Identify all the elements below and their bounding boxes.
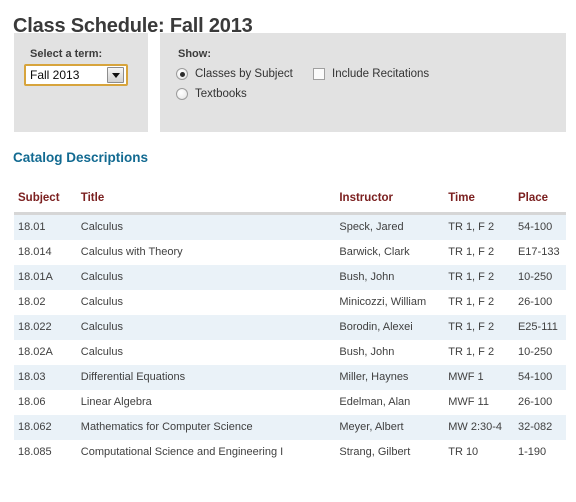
cell-title: Calculus [80, 271, 123, 283]
column-header-title[interactable]: Title [81, 192, 340, 214]
show-panel-label: Show: [178, 48, 211, 60]
column-header-subject[interactable]: Subject [14, 192, 81, 214]
cell-place: 26-100 [517, 296, 553, 308]
show-options-panel: Show: [160, 33, 566, 132]
cell-place: 54-100 [517, 221, 553, 233]
cell-time: MW 2:30-4 [448, 421, 503, 433]
catalog-descriptions-heading: Catalog Descriptions [13, 150, 149, 165]
cell-place: 10-250 [517, 346, 553, 358]
column-header-place[interactable]: Place [518, 192, 566, 214]
cell-title: Mathematics for Computer Science [80, 421, 253, 433]
cell-instructor: Meyer, Albert [339, 421, 404, 433]
cell-title: Calculus [80, 296, 123, 308]
cell-subject: 18.014 [18, 246, 52, 258]
cell-subject: 18.02A [18, 346, 53, 358]
cell-title: Calculus with Theory [80, 246, 183, 258]
cell-instructor: Miller, Haynes [339, 371, 409, 383]
cell-time: MWF 11 [448, 396, 489, 408]
column-header-time[interactable]: Time [448, 192, 518, 214]
class-schedule-table: Subject Title Instructor Time Place 18.0… [14, 192, 566, 465]
cell-time: TR 1, F 2 [448, 246, 495, 258]
checkbox-label-include-recitations: Include Recitations [332, 68, 430, 80]
chevron-down-glyph [111, 72, 120, 78]
table-header-row: Subject Title Instructor Time Place [14, 192, 566, 214]
checkbox-icon-unchecked[interactable] [313, 68, 325, 80]
radio-label-classes-by-subject: Classes by Subject [195, 68, 293, 80]
radio-icon-unselected[interactable] [176, 88, 188, 100]
cell-instructor: Minicozzi, William [339, 296, 427, 308]
cell-instructor: Speck, Jared [339, 221, 404, 233]
radio-option-textbooks[interactable]: Textbooks [176, 88, 247, 100]
term-select[interactable]: Fall 2013 [24, 64, 128, 86]
cell-place: 10-250 [517, 271, 553, 283]
cell-place: 26-100 [517, 396, 553, 408]
checkbox-option-include-recitations[interactable]: Include Recitations [313, 68, 429, 80]
cell-subject: 18.022 [18, 321, 52, 333]
cell-subject: 18.01A [18, 271, 53, 283]
cell-subject: 18.03 [18, 371, 46, 383]
table-row[interactable]: 18.01 Calculus Speck, Jared TR 1, F 2 54-100 [14, 213, 566, 240]
term-panel-label: Select a term: [30, 48, 103, 60]
cell-subject: 18.01 [18, 221, 46, 233]
cell-instructor: Strang, Gilbert [339, 446, 411, 458]
cell-title: Differential Equations [80, 371, 186, 383]
cell-subject: 18.062 [18, 421, 52, 433]
cell-place: 1-190 [517, 446, 547, 458]
chevron-down-icon[interactable] [107, 67, 124, 83]
table-row[interactable]: 18.022 Calculus Borodin, Alexei TR 1, F 2 E2… [14, 315, 566, 340]
cell-subject: 18.02 [18, 296, 46, 308]
cell-instructor: Barwick, Clark [339, 246, 410, 258]
cell-time: TR 1, F 2 [448, 346, 495, 358]
table-row[interactable]: 18.014 Calculus with Theory Barwick, Clark… [14, 240, 566, 265]
column-header-instructor[interactable]: Instructor [339, 192, 448, 214]
table-row[interactable]: 18.062 Mathematics for Computer Science Me… [14, 415, 566, 440]
table-row[interactable]: 18.02A Calculus Bush, John TR 1, F 2 10-250 [14, 340, 566, 365]
table-row[interactable]: 18.03 Differential Equations Miller, Hayne… [14, 365, 566, 390]
cell-title: Calculus [80, 321, 123, 333]
cell-place: E25-111 [517, 321, 558, 333]
cell-instructor: Edelman, Alan [339, 396, 411, 408]
table-row[interactable]: 18.085 Computational Science and Engineer… [14, 440, 566, 465]
cell-title: Calculus [80, 221, 123, 233]
table-body: 18.01 Calculus Speck, Jared TR 1, F 2 54-100… [14, 213, 566, 465]
cell-place: 32-082 [517, 421, 553, 433]
radio-option-classes-by-subject[interactable]: Classes by Subject [176, 68, 293, 80]
cell-instructor: Borodin, Alexei [339, 321, 413, 333]
cell-instructor: Bush, John [339, 346, 395, 358]
cell-title: Calculus [80, 346, 123, 358]
cell-place: E17-133 [517, 246, 560, 258]
term-selection-panel: Select a term: Fall 2013 [14, 33, 148, 132]
cell-time: TR 1, F 2 [448, 296, 495, 308]
radio-icon-selected[interactable] [176, 68, 188, 80]
term-select-value: Fall 2013 [30, 68, 80, 82]
table-row[interactable]: 18.02 Calculus Minicozzi, William TR 1, F 2… [14, 290, 566, 315]
cell-subject: 18.085 [18, 446, 52, 458]
cell-time: MWF 1 [448, 371, 484, 383]
cell-time: TR 10 [448, 446, 479, 458]
table-row[interactable]: 18.01A Calculus Bush, John TR 1, F 2 10-250 [14, 265, 566, 290]
cell-time: TR 1, F 2 [448, 271, 495, 283]
cell-time: TR 1, F 2 [448, 221, 495, 233]
cell-title: Linear Algebra [80, 396, 152, 408]
table-header: Subject Title Instructor Time Place [14, 192, 566, 214]
cell-instructor: Bush, John [339, 271, 395, 283]
cell-place: 54-100 [517, 371, 553, 383]
radio-label-textbooks: Textbooks [195, 88, 247, 100]
cell-title: Computational Science and Engineering I [80, 446, 284, 458]
cell-subject: 18.06 [18, 396, 46, 408]
cell-time: TR 1, F 2 [448, 321, 495, 333]
table-row[interactable]: 18.06 Linear Algebra Edelman, Alan MWF 11 26… [14, 390, 566, 415]
